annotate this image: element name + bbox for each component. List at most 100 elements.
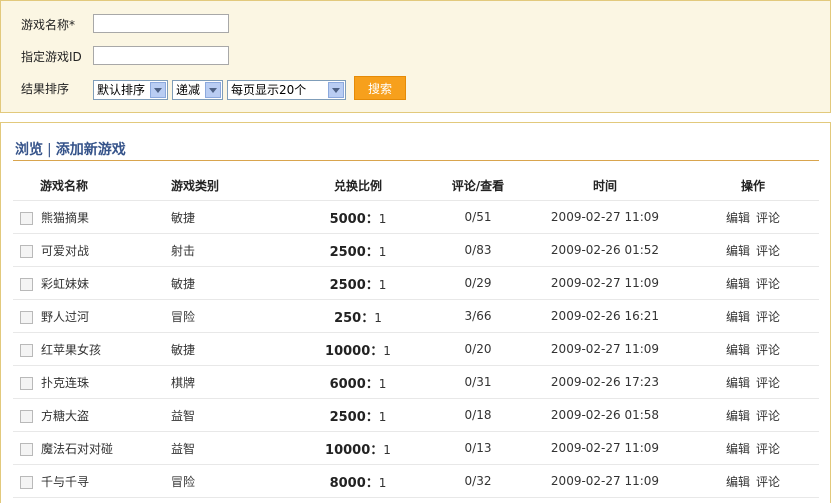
ratio-cell: 10000：1 — [283, 332, 433, 366]
row-checkbox[interactable] — [20, 211, 33, 225]
ratio-sep: ： — [365, 277, 379, 293]
comment-link[interactable]: 评论 — [756, 211, 780, 225]
table-row: 野人过河 冒险 250：1 3/66 2009-02-26 16:21 编辑 评论 — [13, 299, 819, 333]
sort-by-select[interactable]: 默认排序 — [93, 80, 168, 100]
header-ops: 操作 — [687, 171, 819, 201]
header-views: 评论/查看 — [433, 171, 523, 201]
edit-link[interactable]: 编辑 — [726, 343, 750, 357]
ratio-cell: 250：1 — [283, 299, 433, 333]
ratio-value: 2500 — [329, 244, 366, 260]
views-count: 3/66 — [433, 299, 523, 333]
views-count: 0/31 — [433, 365, 523, 399]
ratio-sep: ： — [370, 343, 384, 359]
nav-separator: | — [47, 142, 52, 158]
ratio-cell: 6000：1 — [283, 365, 433, 399]
ratio-value: 250 — [334, 310, 362, 326]
game-type: 益智 — [153, 398, 283, 432]
ratio-value: 2500 — [329, 277, 366, 293]
edit-link[interactable]: 编辑 — [726, 442, 750, 456]
edit-link[interactable]: 编辑 — [726, 409, 750, 423]
row-checkbox[interactable] — [20, 244, 33, 258]
game-name-link[interactable]: 方糖大盗 — [41, 409, 89, 423]
ratio-cell: 2500：1 — [283, 233, 433, 267]
game-type: 敏捷 — [153, 266, 283, 300]
game-name-link[interactable]: 野人过河 — [41, 310, 89, 324]
views-count: 0/18 — [433, 398, 523, 432]
edit-link[interactable]: 编辑 — [726, 211, 750, 225]
ops-cell: 编辑 评论 — [687, 398, 819, 432]
header-name: 游戏名称 — [13, 171, 153, 201]
divider — [13, 160, 819, 161]
row-checkbox[interactable] — [20, 343, 33, 357]
game-name-link[interactable]: 扑克连珠 — [41, 376, 89, 390]
game-name-link[interactable]: 熊猫摘果 — [41, 211, 89, 225]
row-checkbox[interactable] — [20, 442, 33, 456]
ratio-cell: 5000：1 — [283, 200, 433, 234]
edit-link[interactable]: 编辑 — [726, 310, 750, 324]
row-checkbox[interactable] — [20, 310, 33, 324]
ratio-value: 10000 — [325, 343, 371, 359]
ratio-value: 2500 — [329, 409, 366, 425]
chevron-down-icon[interactable] — [328, 82, 344, 98]
ratio-value: 10000 — [325, 442, 371, 458]
ratio-sep: ： — [365, 475, 379, 491]
game-type: 射击 — [153, 233, 283, 267]
game-name-link[interactable]: 可爱对战 — [41, 244, 89, 258]
ratio-sep: ： — [361, 310, 375, 326]
comment-link[interactable]: 评论 — [756, 343, 780, 357]
add-game-link[interactable]: 添加新游戏 — [56, 142, 126, 158]
views-count: 0/20 — [433, 332, 523, 366]
list-nav: 浏览 | 添加新游戏 — [15, 139, 126, 159]
ratio-value: 6000 — [329, 376, 366, 392]
edit-link[interactable]: 编辑 — [726, 277, 750, 291]
order-select[interactable]: 递减 — [172, 80, 223, 100]
row-checkbox[interactable] — [20, 376, 33, 390]
edit-link[interactable]: 编辑 — [726, 376, 750, 390]
ratio-cell: 10000：1 — [283, 431, 433, 465]
ops-cell: 编辑 评论 — [687, 431, 819, 465]
game-name-link[interactable]: 魔法石对对碰 — [41, 442, 113, 456]
search-panel: 游戏名称* 指定游戏ID 结果排序 默认排序 递减 每页显示20个 搜索 — [0, 0, 831, 113]
ratio-to: 1 — [378, 211, 387, 226]
game-name-label: 游戏名称* — [21, 18, 76, 32]
ops-cell: 编辑 评论 — [687, 299, 819, 333]
header-type: 游戏类别 — [153, 171, 283, 201]
row-checkbox[interactable] — [20, 409, 33, 423]
comment-link[interactable]: 评论 — [756, 376, 780, 390]
ratio-to: 1 — [378, 409, 387, 424]
browse-link[interactable]: 浏览 — [15, 142, 43, 158]
edit-link[interactable]: 编辑 — [726, 244, 750, 258]
game-name-link[interactable]: 千与千寻 — [41, 475, 89, 489]
ratio-value: 5000 — [329, 211, 366, 227]
comment-link[interactable]: 评论 — [756, 442, 780, 456]
game-name-link[interactable]: 红苹果女孩 — [41, 343, 101, 357]
row-checkbox[interactable] — [20, 475, 33, 489]
ratio-value: 8000 — [329, 475, 366, 491]
time-stamp: 2009-02-26 17:23 — [523, 365, 687, 399]
row-checkbox[interactable] — [20, 277, 33, 291]
comment-link[interactable]: 评论 — [756, 475, 780, 489]
sort-by-value: 默认排序 — [97, 83, 146, 97]
ratio-to: 1 — [378, 475, 387, 490]
chevron-down-icon[interactable] — [205, 82, 221, 98]
comment-link[interactable]: 评论 — [756, 310, 780, 324]
game-name-input[interactable] — [93, 14, 229, 33]
chevron-down-icon[interactable] — [150, 82, 166, 98]
table-row: 红苹果女孩 敏捷 10000：1 0/20 2009-02-27 11:09 编辑 评论 — [13, 332, 819, 366]
comment-link[interactable]: 评论 — [756, 409, 780, 423]
time-stamp: 2009-02-27 11:09 — [523, 431, 687, 465]
game-name-link[interactable]: 彩虹妹妹 — [41, 277, 89, 291]
time-stamp: 2009-02-26 01:58 — [523, 398, 687, 432]
time-stamp: 2009-02-27 11:09 — [523, 266, 687, 300]
game-id-input[interactable] — [93, 46, 229, 65]
search-button[interactable]: 搜索 — [354, 76, 406, 100]
game-type: 益智 — [153, 431, 283, 465]
time-stamp: 2009-02-26 16:21 — [523, 299, 687, 333]
edit-link[interactable]: 编辑 — [726, 475, 750, 489]
per-page-select[interactable]: 每页显示20个 — [227, 80, 346, 100]
ratio-sep: ： — [365, 211, 379, 227]
comment-link[interactable]: 评论 — [756, 244, 780, 258]
game-type: 敏捷 — [153, 332, 283, 366]
comment-link[interactable]: 评论 — [756, 277, 780, 291]
table-row: 扑克连珠 棋牌 6000：1 0/31 2009-02-26 17:23 编辑 评论 — [13, 365, 819, 399]
